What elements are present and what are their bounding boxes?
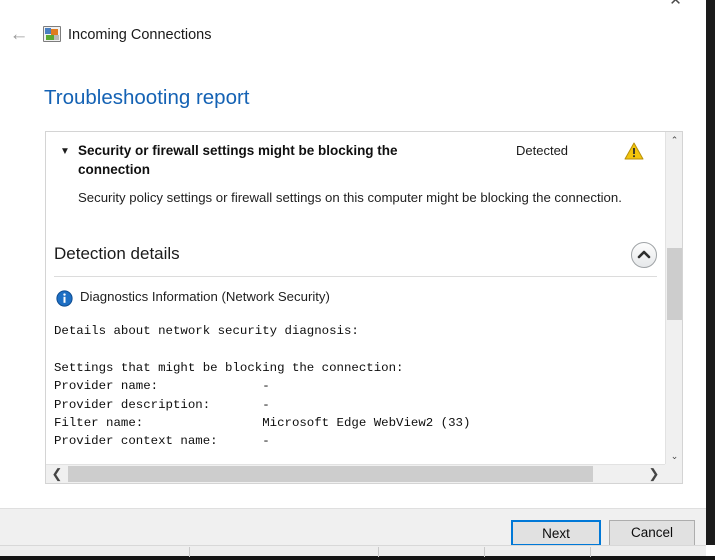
desktop-right-strip [706,0,715,545]
dialog-footer: Next Cancel [0,508,706,545]
issue-expand-toggle[interactable]: ▼ [58,144,72,160]
horizontal-scrollbar[interactable]: ❮ ❯ [46,464,665,483]
scroll-right-icon[interactable]: ❯ [643,465,665,483]
next-button[interactable]: Next [511,520,601,545]
desktop-bottom-strip [0,556,715,560]
vertical-scrollbar[interactable]: ⌃ ⌄ [665,132,682,465]
warning-triangle-icon [624,142,644,160]
page-title: Troubleshooting report [44,86,250,109]
taskbar-divider [189,547,190,557]
report-content: ▼ Security or firewall settings might be… [46,132,665,465]
cancel-button[interactable]: Cancel [609,520,695,545]
issue-description: Security policy settings or firewall set… [78,190,622,205]
troubleshooter-window: ✕ ← Incoming Connections Troubleshooting… [0,0,706,545]
taskbar-divider [484,547,485,557]
window-title: Incoming Connections [68,27,212,43]
info-circle-icon [56,290,73,307]
network-connections-icon [43,26,61,42]
issue-status-label: Detected [516,143,569,158]
scrollbar-corner [665,464,682,483]
taskbar-divider [378,547,379,557]
vertical-scroll-thumb[interactable] [667,248,682,320]
detection-details-text: Details about network security diagnosis… [54,324,471,449]
navigation-bar: ← Incoming Connections [0,22,706,50]
issue-title: Security or firewall settings might be b… [78,143,398,177]
chevron-up-icon[interactable] [631,242,657,268]
back-button[interactable]: ← [6,22,32,48]
detection-details-header: Detection details [54,242,657,277]
detection-details-title: Detection details [54,244,180,263]
scroll-down-icon[interactable]: ⌄ [666,448,683,465]
horizontal-scroll-thumb[interactable] [68,466,593,482]
troubleshooting-report-panel: ▼ Security or firewall settings might be… [45,131,683,484]
taskbar-divider [590,547,591,557]
scroll-left-icon[interactable]: ❮ [46,465,68,483]
close-icon[interactable]: ✕ [653,0,698,12]
scroll-up-icon[interactable]: ⌃ [666,132,683,149]
diagnostics-info-label: Diagnostics Information (Network Securit… [80,289,330,304]
